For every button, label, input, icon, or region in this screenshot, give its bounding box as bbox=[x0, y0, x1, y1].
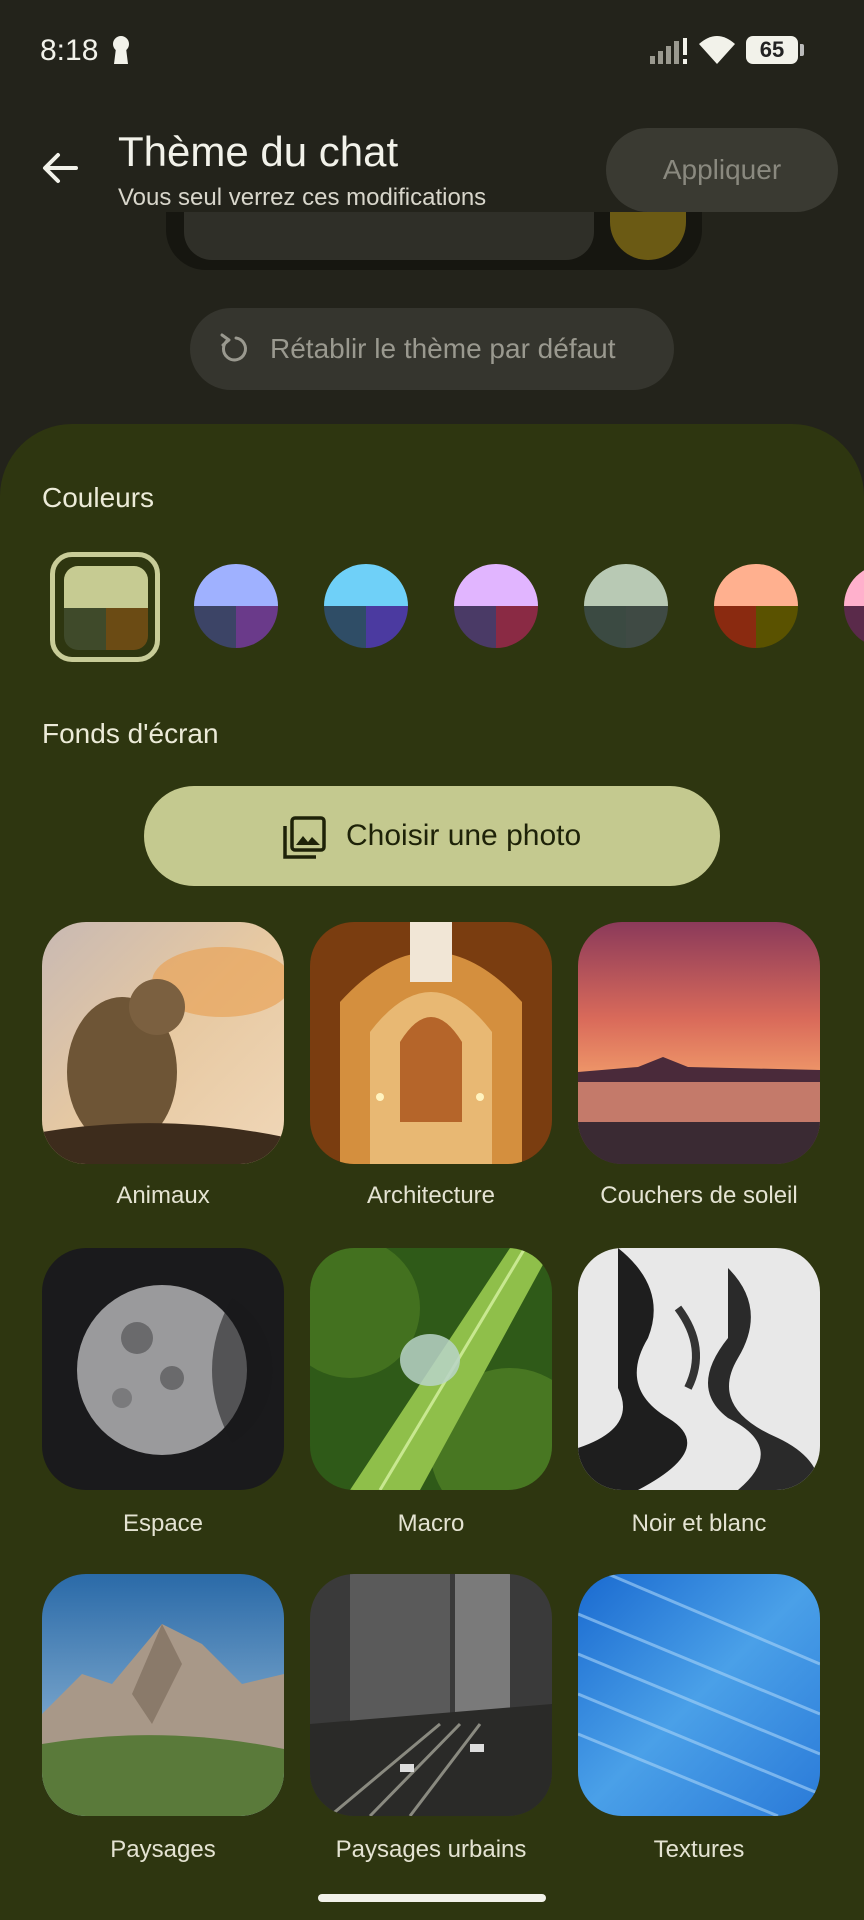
choose-photo-label: Choisir une photo bbox=[346, 819, 582, 852]
wallpaper-tile-paysages[interactable] bbox=[42, 1574, 284, 1816]
reset-icon bbox=[220, 333, 247, 362]
wallpaper-tile-architecture[interactable] bbox=[310, 922, 552, 1164]
color-swatch[interactable] bbox=[194, 564, 278, 648]
page-subtitle: Vous seul verrez ces modifications bbox=[118, 184, 487, 211]
wallpaper-tile-couchers-de-soleil[interactable] bbox=[578, 922, 820, 1164]
wallpaper-label: Textures bbox=[653, 1836, 745, 1863]
wallpaper-label: Paysages urbains bbox=[335, 1836, 527, 1863]
wallpaper-label: Animaux bbox=[116, 1182, 210, 1209]
wallpaper-label: Macro bbox=[397, 1510, 465, 1537]
wallpaper-thumbnail bbox=[310, 1574, 552, 1816]
wallpaper-label: Espace bbox=[122, 1510, 204, 1537]
status-bar: 8:18 65 bbox=[0, 0, 864, 100]
wallpapers-title: Fonds d'écran bbox=[42, 718, 219, 749]
apply-button[interactable]: Appliquer bbox=[606, 128, 838, 212]
theme-sheet: Couleurs Fonds d'écran Choisir une photo… bbox=[0, 424, 864, 1920]
choose-photo-button[interactable]: Choisir une photo bbox=[144, 786, 720, 886]
reset-theme-button[interactable]: Rétablir le thème par défaut bbox=[190, 308, 674, 390]
wallpaper-thumbnail bbox=[578, 1574, 820, 1816]
reset-theme-label: Rétablir le thème par défaut bbox=[270, 333, 616, 364]
color-swatch[interactable] bbox=[454, 564, 538, 648]
navigation-handle[interactable] bbox=[318, 1894, 546, 1902]
battery-level: 65 bbox=[759, 37, 785, 62]
wallpaper-label: Noir et blanc bbox=[631, 1510, 767, 1537]
wifi-icon bbox=[699, 36, 735, 64]
color-swatch[interactable] bbox=[844, 564, 864, 648]
wallpaper-thumbnail bbox=[578, 922, 820, 1164]
wallpaper-thumbnail bbox=[310, 922, 552, 1164]
wallpaper-tile-animaux[interactable] bbox=[42, 922, 284, 1164]
color-swatch[interactable] bbox=[714, 564, 798, 648]
wallpaper-thumbnail bbox=[578, 1248, 820, 1490]
status-time: 8:18 bbox=[40, 34, 99, 67]
color-swatch[interactable] bbox=[64, 566, 148, 650]
wallpaper-thumbnail bbox=[42, 922, 284, 1164]
wallpaper-label: Architecture bbox=[366, 1182, 496, 1209]
colors-title: Couleurs bbox=[42, 482, 155, 513]
color-swatch[interactable] bbox=[584, 564, 668, 648]
wallpaper-label: Couchers de soleil bbox=[600, 1182, 798, 1209]
wallpaper-tile-espace[interactable] bbox=[42, 1248, 284, 1490]
keyhole-icon bbox=[113, 36, 129, 64]
wallpaper-tile-macro[interactable] bbox=[310, 1248, 552, 1490]
photo-library-icon bbox=[283, 816, 326, 859]
chat-preview-bubble bbox=[184, 212, 594, 260]
color-swatch[interactable] bbox=[324, 564, 408, 648]
signal-icon bbox=[650, 38, 687, 64]
wallpaper-tile-noir-et-blanc[interactable] bbox=[578, 1248, 820, 1490]
wallpaper-tile-textures[interactable] bbox=[578, 1574, 820, 1816]
wallpaper-tile-paysages-urbains[interactable] bbox=[310, 1574, 552, 1816]
wallpaper-label: Paysages bbox=[110, 1836, 216, 1863]
battery-indicator: 65 bbox=[746, 36, 804, 64]
page-title: Thème du chat bbox=[118, 128, 399, 175]
wallpaper-thumbnail bbox=[310, 1248, 552, 1490]
wallpaper-thumbnail bbox=[42, 1574, 284, 1816]
back-arrow-icon[interactable] bbox=[36, 144, 84, 192]
wallpaper-thumbnail bbox=[42, 1248, 284, 1490]
